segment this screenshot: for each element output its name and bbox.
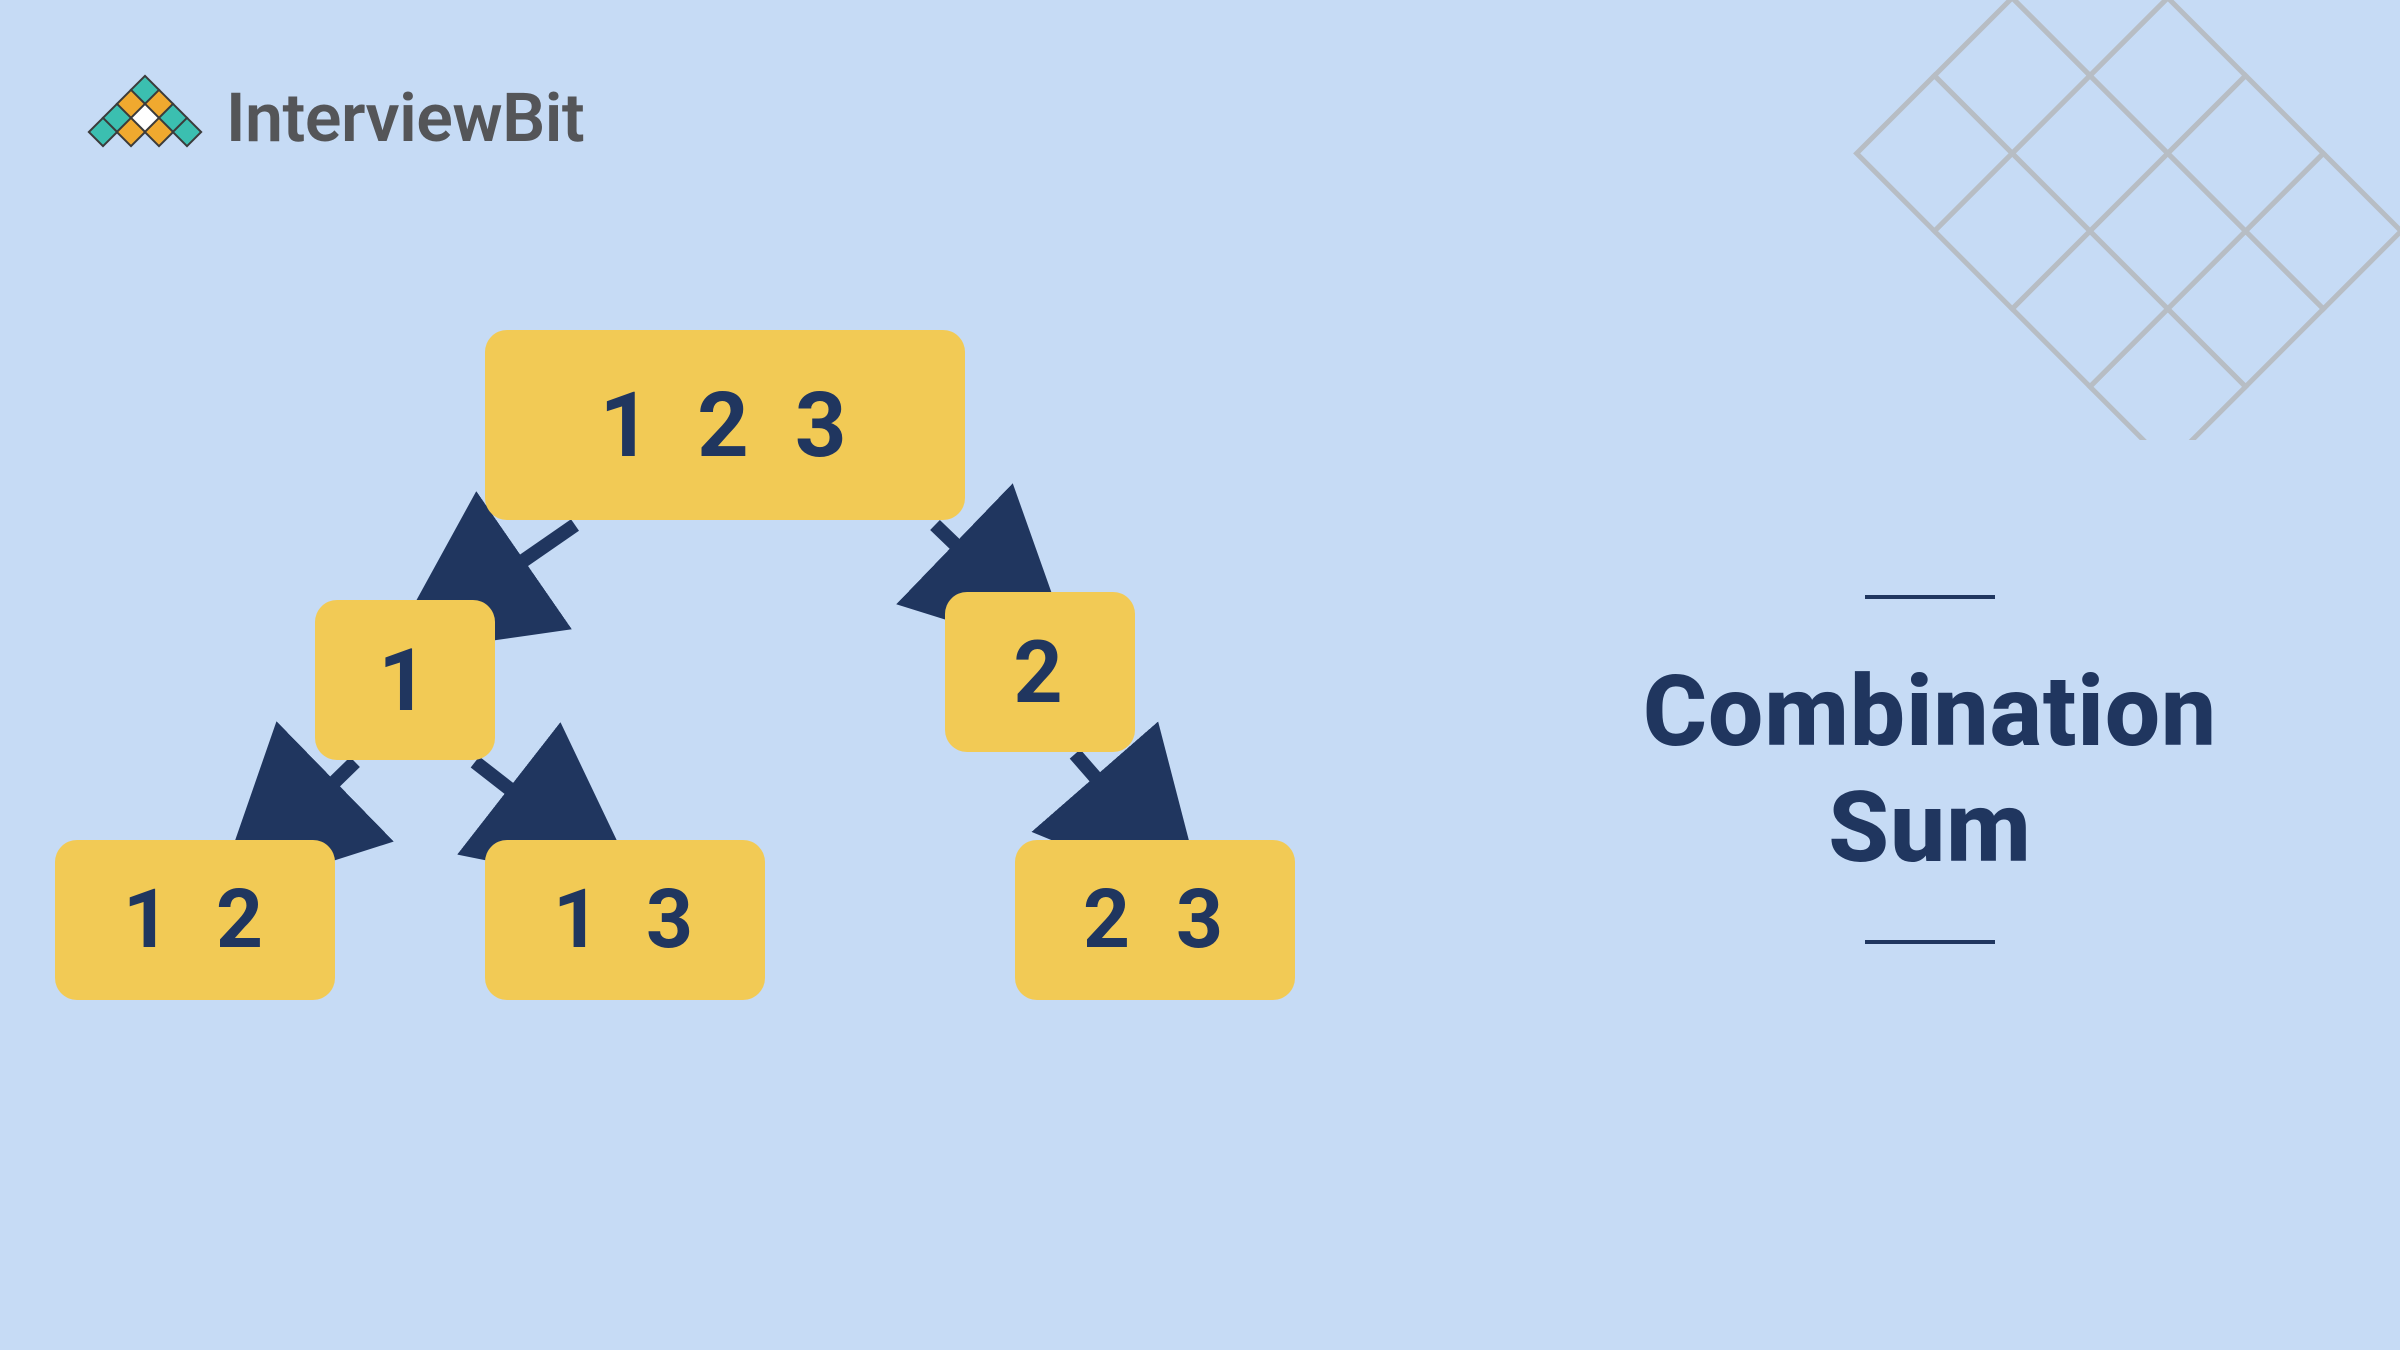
title-line-2: Sum — [1580, 770, 2280, 886]
page-title-block: Combination Sum — [1580, 595, 2280, 944]
node-value: 3 — [646, 872, 697, 968]
logo-mark-icon — [80, 70, 210, 165]
node-value: 2 — [1013, 622, 1066, 723]
tree-node-13: 1 3 — [485, 840, 765, 1000]
node-value: 2 — [216, 872, 267, 968]
brand-logo: InterviewBit — [80, 70, 584, 165]
decorative-lattice-icon — [1740, 0, 2400, 440]
title-rule-bottom — [1865, 940, 1995, 944]
node-value: 3 — [1176, 872, 1227, 968]
title-line-1: Combination — [1580, 654, 2280, 770]
tree-node-23: 2 3 — [1015, 840, 1295, 1000]
node-value: 1 — [378, 630, 431, 731]
combination-tree-diagram: 1 2 3 1 2 1 2 1 3 2 3 — [55, 330, 1405, 1030]
title-rule-top — [1865, 595, 1995, 599]
tree-node-12: 1 2 — [55, 840, 335, 1000]
node-value: 1 — [123, 872, 174, 968]
tree-node-1: 1 — [315, 600, 495, 760]
node-value: 2 — [1083, 872, 1134, 968]
brand-name: InterviewBit — [226, 78, 584, 158]
page-title: Combination Sum — [1580, 654, 2280, 885]
node-value: 3 — [795, 373, 851, 478]
node-value: 1 — [553, 872, 604, 968]
node-value: 1 — [600, 373, 656, 478]
node-value: 2 — [697, 373, 753, 478]
tree-node-root: 1 2 3 — [485, 330, 965, 520]
tree-node-2: 2 — [945, 592, 1135, 752]
